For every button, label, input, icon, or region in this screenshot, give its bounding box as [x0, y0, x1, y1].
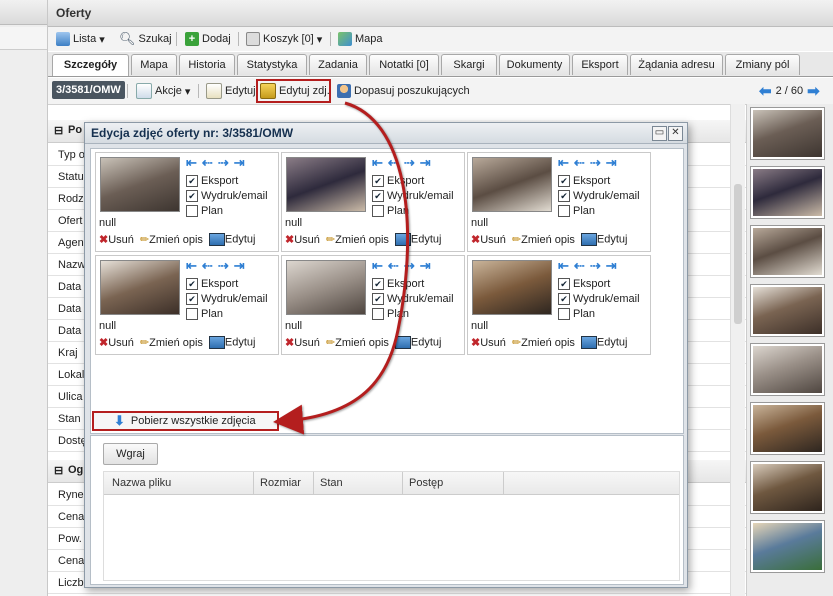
annotation-arrow [273, 101, 410, 435]
